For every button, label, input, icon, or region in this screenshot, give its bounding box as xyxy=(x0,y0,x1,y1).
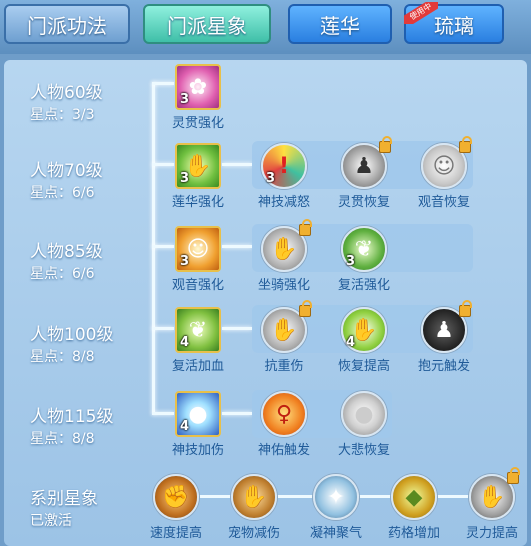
tree-line xyxy=(152,82,155,414)
figure-icon: ✦ xyxy=(313,474,359,520)
skill-name: 观音恢复 xyxy=(417,195,470,210)
star-points: 星点：8/8 xyxy=(30,431,95,447)
level-row-70: 人物70级 星点：6/6 xyxy=(30,156,103,202)
lock-icon xyxy=(299,219,312,236)
guanyin-icon: ☺ 3 xyxy=(175,226,221,272)
leaf-icon: ❦ 3 xyxy=(341,226,387,272)
skill-name: 抱元触发 xyxy=(417,359,470,374)
series-status: 已激活 xyxy=(30,513,72,529)
skill-pet-damage-reduce[interactable]: ✋ 宠物减伤 xyxy=(214,474,294,541)
hand-icon: ✋ 3 xyxy=(175,143,221,189)
level-title: 人物115级 xyxy=(30,407,114,427)
skill-name: 神技加伤 xyxy=(171,443,224,458)
skill-anti-injury[interactable]: ✋ 抗重伤 xyxy=(244,300,324,374)
meditate-icon: ♟ xyxy=(421,300,472,353)
lock-icon xyxy=(459,300,472,317)
rage-icon: ! 3 xyxy=(261,143,307,189)
skill-lianhua-boost[interactable]: ✋ 3 莲华强化 xyxy=(158,143,238,210)
skill-guanyin-boost[interactable]: ☺ 3 观音强化 xyxy=(158,226,238,293)
series-title: 系别星象 xyxy=(30,489,98,509)
hand-icon: ✋ xyxy=(231,474,277,520)
orb-icon: ● xyxy=(341,391,387,437)
figure-icon: ♀ xyxy=(261,391,307,437)
level-row-60: 人物60级 星点：3/3 xyxy=(30,78,103,124)
skill-name: 宠物减伤 xyxy=(227,526,280,541)
skill-name: 灵贯强化 xyxy=(171,116,224,131)
tab-lianhua[interactable]: 莲华 xyxy=(288,4,392,44)
lotus-figure-icon: ✿ 3 xyxy=(175,64,221,110)
skill-name: 灵力提高 xyxy=(465,526,518,541)
star-points: 星点：3/3 xyxy=(30,107,95,123)
skill-name: 大悲恢复 xyxy=(337,443,390,458)
hand-icon: ✋ xyxy=(261,300,312,353)
skill-shenyou-trigger[interactable]: ♀ 神佑触发 xyxy=(244,391,324,458)
level-title: 人物60级 xyxy=(30,83,103,103)
in-use-badge: 使用中 xyxy=(404,2,438,24)
skill-dabei-recover[interactable]: ● 大悲恢复 xyxy=(324,391,404,458)
skill-shenji-jiannu[interactable]: ! 3 神技减怒 xyxy=(244,143,324,210)
lock-icon xyxy=(299,300,312,317)
tab-sect-stars[interactable]: 门派星象 xyxy=(143,4,271,44)
series-stars: 系别星象 已激活 xyxy=(30,484,98,530)
potion-icon: ◆ xyxy=(391,474,437,520)
level-row-115: 人物115级 星点：8/8 xyxy=(30,402,113,448)
skill-revive-boost[interactable]: ❦ 3 复活强化 xyxy=(324,226,404,293)
skill-linggan-recover[interactable]: ♟ 灵贯恢复 xyxy=(324,136,404,210)
tab-bar: 门派功法 门派星象 莲华 使用中 琉璃 xyxy=(0,0,531,54)
skill-name: 复活加血 xyxy=(171,359,224,374)
star-points: 星点：8/8 xyxy=(30,349,95,365)
skill-speed-up[interactable]: ✊ 速度提高 xyxy=(136,474,216,541)
tab-label: 门派星象 xyxy=(167,13,247,38)
lock-icon xyxy=(379,136,392,153)
guanyin-icon: ☺ xyxy=(421,136,472,189)
skill-name: 凝神聚气 xyxy=(309,526,362,541)
skill-name: 速度提高 xyxy=(149,526,202,541)
hand-icon: ✋ xyxy=(261,219,312,272)
level-row-100: 人物100级 星点：8/8 xyxy=(30,320,113,366)
star-points: 星点：6/6 xyxy=(30,185,95,201)
skill-name: 抗重伤 xyxy=(264,359,304,374)
level-title: 人物100级 xyxy=(30,325,114,345)
level-title: 人物70级 xyxy=(30,161,103,181)
skill-potion-slot[interactable]: ◆ 药格增加 xyxy=(374,474,454,541)
skill-linggan-boost[interactable]: ✿ 3 灵贯强化 xyxy=(158,64,238,131)
level-row-85: 人物85级 星点：6/6 xyxy=(30,237,103,283)
skill-name: 神技减怒 xyxy=(257,195,310,210)
level-title: 人物85级 xyxy=(30,242,103,262)
skill-name: 莲华强化 xyxy=(171,195,224,210)
tab-label: 莲华 xyxy=(320,13,360,38)
fist-icon: ✊ xyxy=(153,474,199,520)
meditate-icon: ♟ xyxy=(341,136,392,189)
skill-revive-heal[interactable]: ❦ 4 复活加血 xyxy=(158,307,238,374)
skill-name: 复活强化 xyxy=(337,278,390,293)
skill-shenji-damage[interactable]: ● 4 神技加伤 xyxy=(158,391,238,458)
tab-liuli[interactable]: 使用中 琉璃 xyxy=(404,2,504,44)
tab-sect-skills[interactable]: 门派功法 xyxy=(4,4,130,44)
skill-name: 坐骑强化 xyxy=(257,278,310,293)
skill-guanyin-recover[interactable]: ☺ 观音恢复 xyxy=(404,136,484,210)
skill-name: 恢复提高 xyxy=(337,359,390,374)
skill-recover-up[interactable]: ✋ 4 恢复提高 xyxy=(324,307,404,374)
skill-name: 观音强化 xyxy=(171,278,224,293)
skill-name: 药格增加 xyxy=(387,526,440,541)
skill-focus-qi[interactable]: ✦ 凝神聚气 xyxy=(296,474,376,541)
skill-name: 神佑触发 xyxy=(257,443,310,458)
tab-label: 门派功法 xyxy=(27,13,107,38)
star-points: 星点：6/6 xyxy=(30,266,95,282)
skill-name: 灵贯恢复 xyxy=(337,195,390,210)
lock-icon xyxy=(459,136,472,153)
skill-mount-boost[interactable]: ✋ 坐骑强化 xyxy=(244,219,324,293)
hand-icon: ✋ 4 xyxy=(341,307,387,353)
leaf-icon: ❦ 4 xyxy=(175,307,221,353)
skill-baoyuan-trigger[interactable]: ♟ 抱元触发 xyxy=(404,300,484,374)
hand-icon: ✋ xyxy=(469,467,520,520)
tab-label: 琉璃 xyxy=(434,13,474,38)
lock-icon xyxy=(507,467,520,484)
skill-spirit-up[interactable]: ✋ 灵力提高 xyxy=(452,467,531,541)
orb-icon: ● 4 xyxy=(175,391,221,437)
